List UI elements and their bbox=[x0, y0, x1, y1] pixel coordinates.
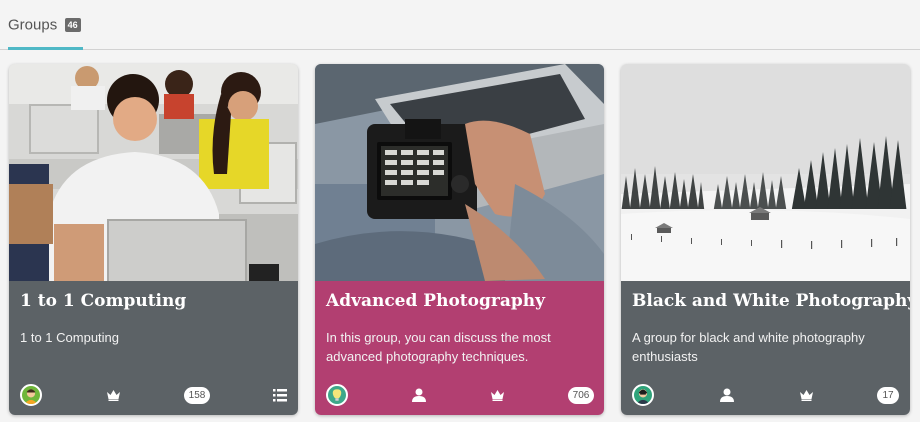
group-description: In this group, you can discuss the most … bbox=[326, 330, 551, 364]
group-card-footer: 706 bbox=[315, 383, 604, 407]
user-icon[interactable] bbox=[409, 383, 429, 407]
member-count: 158 bbox=[183, 386, 211, 404]
group-card-body: Advanced Photography In this group, you … bbox=[315, 281, 604, 415]
group-title[interactable]: 1 to 1 Computing bbox=[20, 291, 186, 311]
group-card-footer: 17 bbox=[621, 383, 910, 407]
member-count: 706 bbox=[567, 386, 595, 404]
group-card-body: Black and White Photography A group for … bbox=[621, 281, 910, 415]
avatar-icon bbox=[632, 384, 654, 406]
crown-icon[interactable] bbox=[487, 383, 507, 407]
member-count-badge[interactable]: 158 bbox=[183, 383, 211, 407]
tab-label: Groups bbox=[8, 16, 58, 34]
avatar-icon bbox=[20, 384, 42, 406]
user-icon[interactable] bbox=[717, 383, 737, 407]
tab-count-badge: 46 bbox=[64, 17, 81, 32]
group-title[interactable]: Black and White Photography bbox=[632, 291, 910, 311]
tab-groups[interactable]: Groups 46 bbox=[8, 0, 83, 50]
crown-icon[interactable] bbox=[796, 383, 816, 407]
group-image bbox=[315, 64, 604, 281]
group-image bbox=[9, 64, 298, 281]
member-count-badge[interactable]: 706 bbox=[567, 383, 595, 407]
list-icon[interactable] bbox=[271, 383, 289, 407]
group-description: A group for black and white photography … bbox=[632, 330, 865, 364]
group-description: 1 to 1 Computing bbox=[20, 330, 120, 345]
group-card-body: 1 to 1 Computing 1 to 1 Computing 158 bbox=[9, 281, 298, 415]
member-avatar[interactable] bbox=[325, 383, 349, 407]
group-title[interactable]: Advanced Photography bbox=[326, 291, 545, 311]
member-avatar[interactable] bbox=[19, 383, 43, 407]
group-card-black-and-white-photography[interactable]: Black and White Photography A group for … bbox=[621, 64, 910, 415]
member-count: 17 bbox=[877, 386, 899, 404]
tab-bar: Groups 46 bbox=[0, 0, 920, 50]
member-avatar[interactable] bbox=[631, 383, 655, 407]
crown-icon[interactable] bbox=[103, 383, 123, 407]
group-card-footer: 158 bbox=[9, 383, 298, 407]
group-card-1-to-1-computing[interactable]: 1 to 1 Computing 1 to 1 Computing 158 bbox=[9, 64, 298, 415]
group-image bbox=[621, 64, 910, 281]
group-card-advanced-photography[interactable]: Advanced Photography In this group, you … bbox=[315, 64, 604, 415]
member-count-badge[interactable]: 17 bbox=[875, 383, 901, 407]
avatar-icon bbox=[326, 384, 348, 406]
